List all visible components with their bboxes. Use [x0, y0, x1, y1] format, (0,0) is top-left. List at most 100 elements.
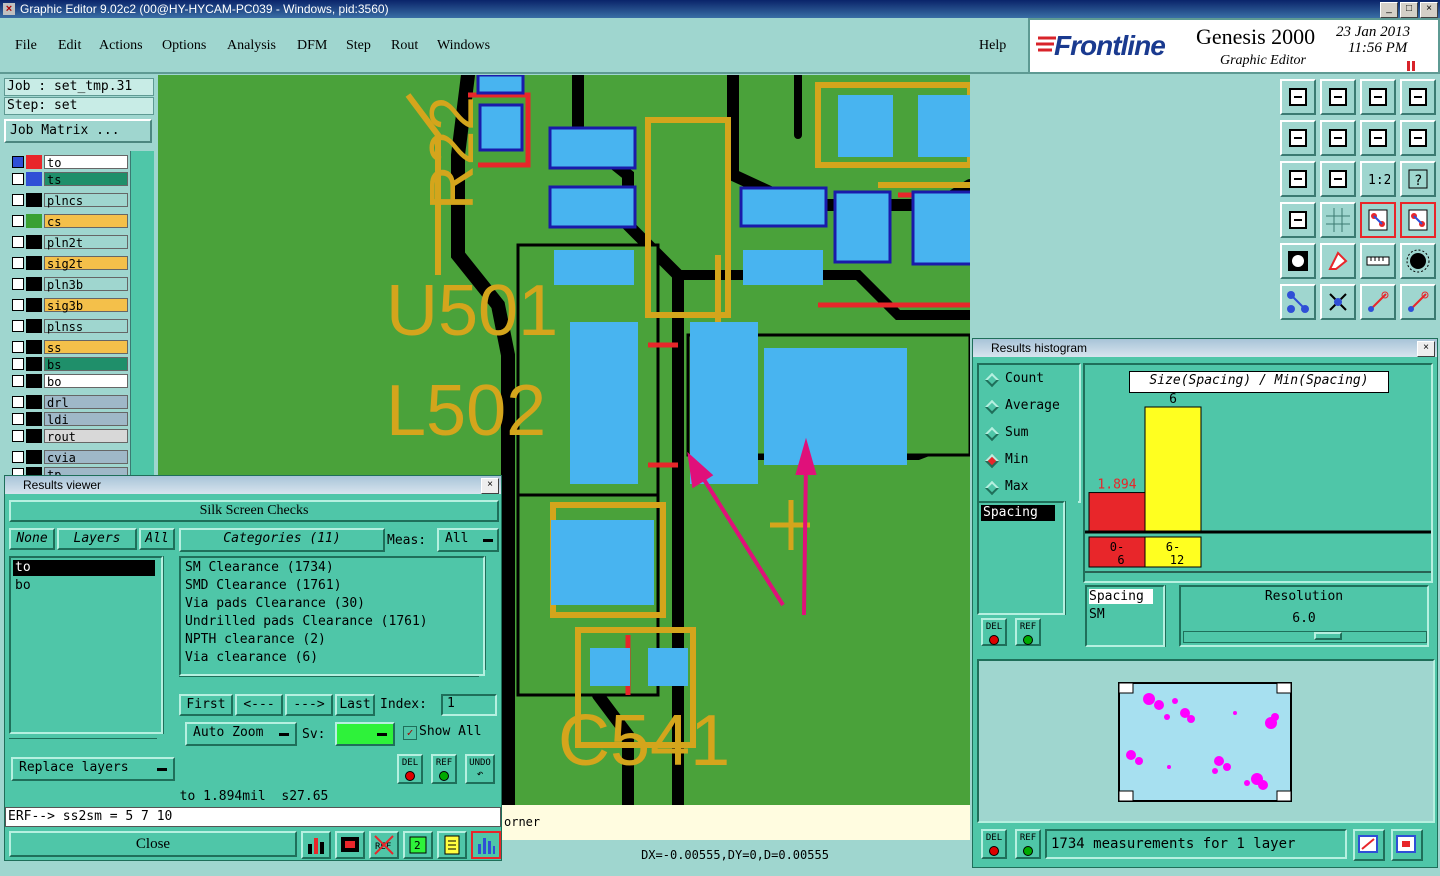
histogram-del-button[interactable]: DEL: [981, 618, 1007, 646]
back-icon[interactable]: [1280, 120, 1316, 156]
mode-radio-max[interactable]: [984, 480, 1000, 496]
layer-row-sig2t[interactable]: sig2t: [10, 256, 128, 271]
layer-checkbox[interactable]: [12, 236, 24, 248]
layer-name[interactable]: ldi: [44, 412, 128, 427]
layer-color-swatch[interactable]: [26, 155, 42, 169]
results-viewer-title-bar[interactable]: Results viewer ×: [5, 476, 501, 494]
layer-row-ldi[interactable]: ldi: [10, 412, 128, 427]
home-down-icon[interactable]: [1320, 79, 1356, 115]
layer-name[interactable]: ss: [44, 340, 128, 355]
layer-row-bs[interactable]: bs: [10, 357, 128, 372]
index-input[interactable]: 1: [441, 694, 497, 716]
menu-edit[interactable]: Edit: [58, 38, 81, 54]
layer-checkbox[interactable]: [12, 156, 24, 168]
layer-name[interactable]: rout: [44, 429, 128, 444]
menu-analysis[interactable]: Analysis: [227, 38, 276, 54]
histogram-list-scrollbar[interactable]: [1065, 501, 1078, 615]
layer-color-swatch[interactable]: [26, 256, 42, 270]
minimize-icon[interactable]: _: [1380, 2, 1398, 18]
home-icon[interactable]: [1360, 79, 1396, 115]
layer-color-swatch[interactable]: [26, 319, 42, 333]
overview-ref-button[interactable]: REF: [1015, 829, 1041, 859]
mode-radio-count[interactable]: [984, 372, 1000, 388]
del-button[interactable]: DEL: [397, 754, 423, 784]
category-item[interactable]: SM Clearance (1734): [185, 560, 334, 576]
layer-checkbox[interactable]: [12, 278, 24, 290]
job-matrix-button[interactable]: Job Matrix ...: [4, 119, 152, 143]
next-button[interactable]: --->: [285, 694, 333, 716]
ref-delete-icon[interactable]: REF: [369, 831, 399, 859]
layer-row-plncs[interactable]: plncs: [10, 193, 128, 208]
histogram-list-item[interactable]: Spacing: [981, 505, 1055, 521]
grid-icon[interactable]: [1320, 202, 1356, 238]
histogram-bar[interactable]: [1144, 406, 1202, 532]
layers-all-button[interactable]: All: [139, 528, 175, 550]
chart-tool-icon[interactable]: [301, 831, 331, 859]
layer-name[interactable]: pln3b: [44, 277, 128, 292]
histogram-list[interactable]: Spacing: [977, 501, 1065, 615]
first-button[interactable]: First: [179, 694, 233, 716]
layer-results-item[interactable]: bo: [13, 578, 155, 594]
zoom-fit-icon[interactable]: [1353, 829, 1385, 861]
overview-del-button[interactable]: DEL: [981, 829, 1007, 859]
layer-name[interactable]: bo: [44, 374, 128, 389]
layer-row-ts[interactable]: ts: [10, 172, 128, 187]
layer-checkbox[interactable]: [12, 257, 24, 269]
cross-icon[interactable]: [1320, 284, 1356, 320]
layer-results-list[interactable]: to bo: [9, 556, 163, 734]
layers-header-button[interactable]: Layers: [57, 528, 137, 550]
snap-icon[interactable]: [1280, 243, 1316, 279]
layer-name[interactable]: ts: [44, 172, 128, 187]
layer-checkbox[interactable]: [12, 299, 24, 311]
line-a-icon[interactable]: [1360, 284, 1396, 320]
layer-list-scrollbar[interactable]: [130, 151, 154, 475]
layer-results-item[interactable]: to: [13, 560, 155, 576]
categories-scrollbar[interactable]: [485, 556, 498, 670]
layers-a-icon[interactable]: [1360, 202, 1396, 238]
shape-icon[interactable]: [1320, 243, 1356, 279]
layer-row-cs[interactable]: cs: [10, 214, 128, 229]
close-button[interactable]: Close: [9, 831, 297, 857]
menu-step[interactable]: Step: [346, 38, 371, 54]
layer-color-swatch[interactable]: [26, 277, 42, 291]
center-icon[interactable]: [1320, 161, 1356, 197]
filter-icon[interactable]: [1280, 202, 1316, 238]
layer-row-cvia[interactable]: cvia: [10, 450, 128, 465]
layer-checkbox[interactable]: [12, 430, 24, 442]
layer-row-rout[interactable]: rout: [10, 429, 128, 444]
layer-checkbox[interactable]: [12, 215, 24, 227]
silk-screen-checks-header[interactable]: Silk Screen Checks: [9, 500, 499, 522]
menu-windows[interactable]: Windows: [437, 38, 490, 54]
category-item[interactable]: Undrilled pads Clearance (1761): [185, 614, 428, 630]
window-icon[interactable]: [1400, 79, 1436, 115]
dot-icon[interactable]: [1400, 243, 1436, 279]
layer-name[interactable]: sig3b: [44, 298, 128, 313]
board-overview[interactable]: [977, 659, 1435, 823]
layer-color-swatch[interactable]: [26, 374, 42, 388]
layer-checkbox[interactable]: [12, 375, 24, 387]
layer-checkbox[interactable]: [12, 413, 24, 425]
layer-row-bo[interactable]: bo: [10, 374, 128, 389]
layer-row-pln2t[interactable]: pln2t: [10, 235, 128, 250]
layer-checkbox[interactable]: [12, 451, 24, 463]
layer-name[interactable]: drl: [44, 395, 128, 410]
layer-color-swatch[interactable]: [26, 298, 42, 312]
layer-color-swatch[interactable]: [26, 235, 42, 249]
histogram-bar[interactable]: [1088, 492, 1146, 532]
categories-button[interactable]: Categories (11): [179, 528, 385, 552]
layer-color-swatch[interactable]: [26, 340, 42, 354]
ratio-icon[interactable]: 1:2: [1360, 161, 1396, 197]
layer-row-pln3b[interactable]: pln3b: [10, 277, 128, 292]
layer-name[interactable]: plnss: [44, 319, 128, 334]
undo-button[interactable]: UNDO ↶: [465, 754, 495, 784]
window-title-bar[interactable]: × Graphic Editor 9.02c2 (00@HY-HYCAM-PC0…: [0, 0, 1440, 18]
layer-row-sig3b[interactable]: sig3b: [10, 298, 128, 313]
menu-rout[interactable]: Rout: [391, 38, 418, 54]
zoom-box-icon[interactable]: [1391, 829, 1423, 861]
show-all-checkbox[interactable]: ✓: [403, 726, 417, 740]
node-icon[interactable]: [1280, 284, 1316, 320]
layer-color-swatch[interactable]: [26, 395, 42, 409]
screen-tool-icon[interactable]: [335, 831, 365, 859]
layer-results-scrollbar[interactable]: [163, 556, 176, 734]
layer-name[interactable]: pln2t: [44, 235, 128, 250]
